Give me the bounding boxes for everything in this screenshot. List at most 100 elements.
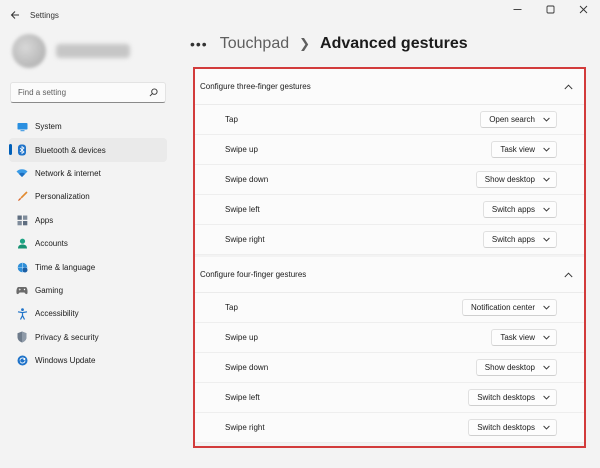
chevron-down-icon: [543, 425, 550, 430]
back-button[interactable]: [2, 2, 28, 28]
sidebar-item-label: System: [35, 122, 62, 132]
sidebar-item-label: Bluetooth & devices: [35, 145, 106, 155]
dropdown-value: Show desktop: [484, 363, 535, 372]
chevron-up-icon[interactable]: [561, 270, 575, 280]
gesture-label: Swipe right: [225, 235, 265, 244]
dropdown-value: Switch apps: [491, 235, 535, 244]
gesture-label: Swipe up: [225, 333, 258, 342]
accessibility-icon: [16, 308, 28, 320]
title-bar: Settings: [0, 0, 600, 30]
three-finger-gesture-row: Swipe down Show desktop: [195, 165, 584, 195]
sidebar-nav: System Bluetooth & devices Network & int…: [9, 115, 167, 372]
four-finger-gesture-row: Tap Notification center: [195, 293, 584, 323]
gesture-action-dropdown[interactable]: Switch desktops: [468, 389, 557, 406]
chevron-down-icon: [543, 207, 550, 212]
gesture-action-dropdown[interactable]: Switch apps: [482, 201, 557, 218]
three-finger-gesture-row: Tap Open search: [195, 105, 584, 135]
chevron-right-icon: ❯: [299, 36, 311, 51]
sidebar-item-bluetooth-devices[interactable]: Bluetooth & devices: [9, 138, 167, 162]
dropdown-value: Open search: [489, 115, 535, 124]
gestures-panel: Configure three-finger gestures Tap Open …: [193, 67, 586, 448]
sidebar-item-label: Time & language: [35, 262, 96, 272]
sidebar-item-label: Privacy & security: [35, 332, 99, 342]
gesture-action-dropdown[interactable]: Show desktop: [475, 171, 557, 188]
four-finger-gesture-row: Swipe up Task view: [195, 323, 584, 353]
section-title: Configure four-finger gestures: [200, 270, 307, 279]
section-title: Configure three-finger gestures: [200, 82, 311, 91]
apps-icon: [16, 214, 28, 226]
chevron-down-icon: [543, 177, 550, 182]
chevron-up-icon[interactable]: [561, 82, 575, 92]
search-box[interactable]: Find a setting: [10, 82, 166, 103]
gesture-action-dropdown[interactable]: Switch apps: [482, 231, 557, 248]
close-button[interactable]: [567, 0, 600, 18]
sidebar-item-label: Apps: [35, 215, 54, 225]
search-icon: [149, 88, 158, 97]
sidebar-item-windows-update[interactable]: Windows Update: [9, 349, 167, 372]
dropdown-value: Task view: [500, 333, 535, 342]
dropdown-value: Switch apps: [491, 205, 535, 214]
sidebar-item-label: Windows Update: [35, 356, 96, 366]
brush-icon: [16, 191, 28, 203]
sidebar-item-label: Personalization: [35, 192, 90, 202]
chevron-down-icon: [543, 365, 550, 370]
sidebar-item-network-internet[interactable]: Network & internet: [9, 162, 167, 185]
wifi-icon: [16, 167, 28, 179]
four-finger-gesture-row: Swipe down Show desktop: [195, 353, 584, 383]
minimize-button[interactable]: [501, 0, 534, 18]
three-finger-section-header[interactable]: Configure three-finger gestures: [195, 69, 584, 105]
breadcrumb-parent-link[interactable]: Touchpad: [220, 35, 289, 53]
gesture-label: Swipe left: [225, 205, 260, 214]
chevron-down-icon: [543, 147, 550, 152]
avatar: [12, 34, 46, 68]
user-profile[interactable]: [12, 34, 130, 68]
app-title: Settings: [30, 10, 59, 20]
sidebar-item-personalization[interactable]: Personalization: [9, 185, 167, 208]
three-finger-gesture-row: Swipe up Task view: [195, 135, 584, 165]
sidebar-item-accessibility[interactable]: Accessibility: [9, 302, 167, 325]
sidebar-item-time-language[interactable]: Time & language: [9, 255, 167, 278]
breadcrumb: ••• Touchpad ❯ Advanced gestures: [190, 33, 468, 55]
sidebar-item-privacy-security[interactable]: Privacy & security: [9, 326, 167, 349]
gesture-label: Swipe right: [225, 423, 265, 432]
dropdown-value: Notification center: [470, 303, 535, 312]
update-icon: [16, 355, 28, 367]
sidebar-item-label: Accounts: [35, 239, 68, 249]
close-icon: [579, 5, 588, 13]
shield-icon: [16, 331, 28, 343]
search-input[interactable]: Find a setting: [18, 88, 149, 97]
dropdown-value: Switch desktops: [477, 393, 535, 402]
sidebar-item-label: Accessibility: [35, 309, 79, 319]
gesture-action-dropdown[interactable]: Task view: [491, 329, 557, 346]
sidebar-item-apps[interactable]: Apps: [9, 209, 167, 232]
gesture-action-dropdown[interactable]: Show desktop: [475, 359, 557, 376]
sidebar-item-system[interactable]: System: [9, 115, 167, 138]
chevron-down-icon: [543, 237, 550, 242]
gesture-action-dropdown[interactable]: Notification center: [461, 299, 557, 316]
gesture-action-dropdown[interactable]: Open search: [480, 111, 557, 128]
gesture-label: Swipe down: [225, 175, 269, 184]
sidebar-item-gaming[interactable]: Gaming: [9, 279, 167, 302]
gesture-label: Tap: [225, 303, 238, 312]
window-controls: [501, 0, 600, 18]
four-finger-gesture-row: Swipe left Switch desktops: [195, 383, 584, 413]
person-icon: [16, 238, 28, 250]
gesture-label: Swipe left: [225, 393, 260, 402]
four-finger-gesture-row: Swipe right Switch desktops: [195, 413, 584, 443]
gesture-label: Swipe down: [225, 363, 269, 372]
four-finger-section-header[interactable]: Configure four-finger gestures: [195, 257, 584, 293]
monitor-icon: [16, 121, 28, 133]
sidebar-item-accounts[interactable]: Accounts: [9, 232, 167, 255]
maximize-button[interactable]: [534, 0, 567, 18]
minimize-icon: [513, 8, 522, 10]
breadcrumb-overflow-button[interactable]: •••: [190, 36, 208, 52]
gesture-action-dropdown[interactable]: Switch desktops: [468, 419, 557, 436]
sidebar-item-label: Gaming: [35, 285, 64, 295]
maximize-icon: [546, 5, 555, 13]
gamepad-icon: [16, 284, 28, 296]
chevron-down-icon: [543, 335, 550, 340]
gesture-action-dropdown[interactable]: Task view: [491, 141, 557, 158]
chevron-down-icon: [543, 395, 550, 400]
gesture-label: Swipe up: [225, 145, 258, 154]
sidebar-item-label: Network & internet: [35, 168, 101, 178]
